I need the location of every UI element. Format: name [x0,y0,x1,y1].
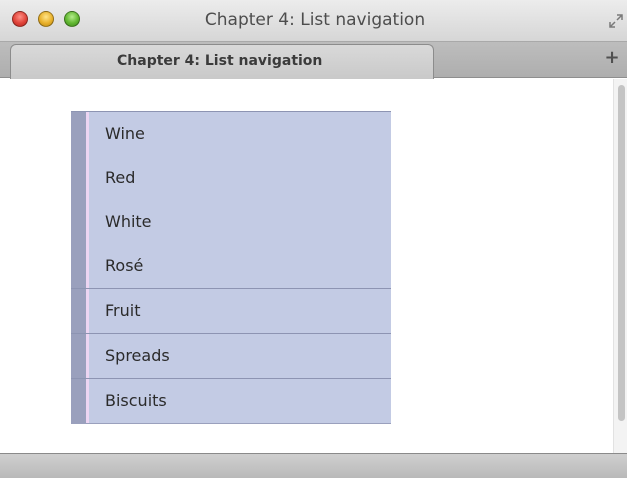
nav-item-red[interactable]: Red [71,156,391,200]
new-tab-button[interactable]: + [603,48,621,68]
minimize-window-button[interactable] [38,11,54,27]
close-window-button[interactable] [12,11,28,27]
nav-group-biscuits: Biscuits [71,378,391,423]
status-bar [0,453,627,478]
nav-item-spreads[interactable]: Spreads [71,334,391,378]
vertical-scrollbar[interactable] [613,79,627,453]
nav-item-wine[interactable]: Wine [71,112,391,156]
tab-bar: Chapter 4: List navigation + [0,42,627,79]
fullscreen-arrows-icon[interactable] [609,14,623,28]
list-navigation: Wine Red White Rosé Fruit Spreads Biscui… [71,111,391,424]
nav-group-spreads: Spreads [71,333,391,378]
nav-item-white[interactable]: White [71,200,391,244]
nav-item-fruit[interactable]: Fruit [71,289,391,333]
window-title: Chapter 4: List navigation [204,10,426,30]
nav-group-fruit: Fruit [71,288,391,333]
page-content: Wine Red White Rosé Fruit Spreads Biscui… [0,79,613,453]
tab-label: Chapter 4: List navigation [117,53,323,69]
browser-window: Chapter 4: List navigation Chapter 4: Li… [0,0,627,478]
title-bar[interactable]: Chapter 4: List navigation [0,0,627,42]
tab-chapter-4[interactable]: Chapter 4: List navigation [10,44,434,79]
nav-group-wine: Wine Red White Rosé [71,111,391,288]
scrollbar-thumb[interactable] [618,85,625,421]
zoom-window-button[interactable] [64,11,80,27]
nav-item-biscuits[interactable]: Biscuits [71,379,391,423]
nav-item-rose[interactable]: Rosé [71,244,391,288]
